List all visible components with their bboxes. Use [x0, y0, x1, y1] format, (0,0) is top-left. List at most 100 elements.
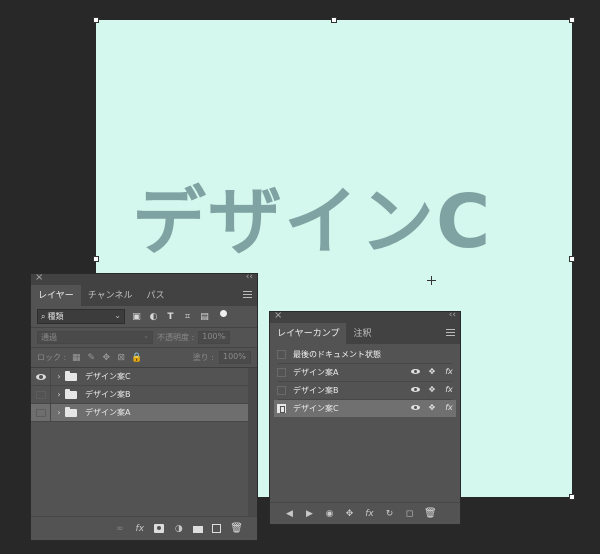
- visibility-icon[interactable]: [411, 369, 420, 374]
- opacity-field[interactable]: 100% ⌄: [198, 331, 231, 344]
- layers-bottom-toolbar: ∞ fx ◑ 🗑: [31, 516, 257, 540]
- filter-kind-select[interactable]: ⌕ 種類 ⌄: [37, 309, 125, 324]
- blend-mode-select[interactable]: 通過 ⌄: [37, 331, 153, 344]
- expand-arrow-icon[interactable]: ›: [53, 372, 65, 381]
- previous-comp-icon[interactable]: ◀: [284, 509, 295, 519]
- filter-kind-label: 種類: [47, 312, 64, 321]
- visibility-icon[interactable]: [411, 405, 420, 410]
- canvas-text[interactable]: デザインC: [132, 162, 492, 269]
- lock-transparent-pixels-icon[interactable]: ▦: [71, 353, 81, 363]
- link-layers-icon[interactable]: ∞: [114, 524, 125, 534]
- trash-icon[interactable]: 🗑: [230, 523, 243, 534]
- chevron-down-icon: ⌄: [221, 332, 228, 340]
- tab-channels[interactable]: チャンネル: [81, 285, 140, 306]
- tab-layers[interactable]: レイヤー: [31, 285, 81, 306]
- visibility-icon[interactable]: [411, 387, 420, 392]
- lock-label: ロック :: [37, 353, 67, 362]
- layer-name: デザイン案B: [85, 390, 131, 399]
- transform-handle-bottom-right[interactable]: [569, 494, 575, 500]
- update-appearance-icon[interactable]: fx: [364, 509, 375, 519]
- filter-toggle-switch[interactable]: [220, 310, 227, 317]
- layer-row-design-a[interactable]: › デザイン案A: [31, 403, 257, 422]
- visibility-toggle[interactable]: [31, 385, 51, 404]
- fx-icon[interactable]: fx: [444, 403, 454, 412]
- comp-row-design-c[interactable]: デザイン案C ✥ fx: [274, 400, 456, 417]
- visibility-toggle[interactable]: [31, 403, 51, 422]
- comp-name: デザイン案A: [293, 368, 339, 377]
- transform-handle-middle-left[interactable]: [93, 256, 99, 262]
- apply-comp-checkbox[interactable]: [277, 386, 286, 395]
- adjustment-filter-icon[interactable]: ◐: [148, 311, 159, 322]
- collapse-icon[interactable]: ‹‹: [449, 310, 456, 320]
- transform-handle-middle-right[interactable]: [569, 256, 575, 262]
- smart-object-filter-icon[interactable]: ▤: [199, 311, 210, 322]
- next-comp-icon[interactable]: ▶: [304, 509, 315, 519]
- panel-menu-icon[interactable]: [446, 329, 455, 336]
- eye-icon: [35, 373, 46, 380]
- lock-row: ロック : ▦ ✎ ✥ ⊠ 🔒 塗り : 100% ⌄: [31, 348, 257, 368]
- layer-row-design-b[interactable]: › デザイン案B: [31, 385, 257, 404]
- fx-icon[interactable]: fx: [444, 367, 454, 376]
- transform-handle-top-left[interactable]: [93, 17, 99, 23]
- layers-panel-tabs: レイヤー チャンネル パス: [31, 285, 257, 306]
- position-icon[interactable]: ✥: [427, 403, 437, 412]
- update-visibility-icon[interactable]: ◉: [324, 509, 335, 519]
- close-icon[interactable]: ×: [35, 272, 43, 283]
- comps-panel-tabs: レイヤーカンプ 注釈: [270, 323, 460, 344]
- layer-name: デザイン案C: [85, 372, 131, 381]
- collapse-icon[interactable]: ‹‹: [246, 272, 253, 282]
- apply-comp-checkbox[interactable]: [277, 368, 286, 377]
- position-icon[interactable]: ✥: [427, 367, 437, 376]
- applied-comp-icon[interactable]: [277, 404, 286, 413]
- new-group-icon[interactable]: [193, 526, 204, 533]
- transform-handle-top-middle[interactable]: [331, 17, 337, 23]
- comp-name: デザイン案B: [293, 386, 339, 395]
- position-icon[interactable]: ✥: [427, 385, 437, 394]
- image-filter-icon[interactable]: ▣: [131, 311, 142, 322]
- visibility-toggle[interactable]: [31, 367, 51, 386]
- transform-handle-top-right[interactable]: [569, 17, 575, 23]
- lock-position-icon[interactable]: ✥: [101, 353, 111, 363]
- blend-row: 通過 ⌄ 不透明度 : 100% ⌄: [31, 328, 257, 348]
- layer-name: デザイン案A: [85, 408, 131, 417]
- comp-row-design-a[interactable]: デザイン案A ✥ fx: [274, 364, 456, 381]
- comps-bottom-toolbar: ◀ ▶ ◉ ✥ fx ↻ ◻ 🗑: [270, 502, 460, 524]
- panel-menu-icon[interactable]: [243, 291, 252, 298]
- layers-panel: × ‹‹ レイヤー チャンネル パス ⌕ 種類 ⌄ ▣ ◐ T ⌗ ▤ 通過 ⌄…: [30, 272, 258, 541]
- close-icon[interactable]: ×: [274, 310, 282, 321]
- search-icon: ⌕: [41, 311, 46, 321]
- fill-label: 塗り :: [192, 353, 214, 362]
- fill-field[interactable]: 100% ⌄: [219, 351, 251, 364]
- tab-paths[interactable]: パス: [139, 285, 171, 306]
- apply-comp-checkbox[interactable]: [277, 350, 286, 359]
- tab-notes[interactable]: 注釈: [346, 323, 378, 344]
- layers-scrollbar[interactable]: [248, 368, 257, 518]
- folder-icon: [65, 370, 77, 381]
- lock-image-pixels-icon[interactable]: ✎: [86, 353, 96, 363]
- comp-row-design-b[interactable]: デザイン案B ✥ fx: [274, 382, 456, 399]
- layer-filter-row: ⌕ 種類 ⌄ ▣ ◐ T ⌗ ▤: [31, 306, 257, 328]
- type-filter-icon[interactable]: T: [165, 311, 176, 322]
- hidden-visibility-box: [35, 390, 46, 399]
- fx-icon[interactable]: fx: [444, 385, 454, 394]
- comp-name: デザイン案C: [293, 404, 339, 413]
- chevron-down-icon: ⌄: [114, 311, 121, 320]
- update-all-icon[interactable]: ↻: [384, 509, 395, 519]
- last-document-state-row[interactable]: 最後のドキュメント状態: [274, 346, 456, 363]
- expand-arrow-icon[interactable]: ›: [53, 408, 65, 417]
- lock-all-icon[interactable]: 🔒: [131, 353, 142, 363]
- transform-center-point[interactable]: [427, 276, 436, 285]
- trash-icon[interactable]: 🗑: [424, 508, 437, 519]
- tab-layer-comps[interactable]: レイヤーカンプ: [270, 323, 347, 344]
- new-layer-icon[interactable]: [212, 524, 222, 533]
- lock-artboard-icon[interactable]: ⊠: [116, 353, 126, 363]
- shape-filter-icon[interactable]: ⌗: [182, 311, 193, 322]
- fx-icon[interactable]: fx: [134, 524, 145, 534]
- expand-arrow-icon[interactable]: ›: [53, 390, 65, 399]
- add-mask-icon[interactable]: [154, 524, 165, 533]
- new-comp-icon[interactable]: ◻: [404, 509, 415, 519]
- adjustment-layer-icon[interactable]: ◑: [173, 524, 184, 534]
- layer-comps-panel: × ‹‹ レイヤーカンプ 注釈 最後のドキュメント状態 デザイン案A ✥ fx …: [269, 310, 461, 525]
- update-position-icon[interactable]: ✥: [344, 509, 355, 519]
- layer-row-design-c[interactable]: › デザイン案C: [31, 367, 257, 386]
